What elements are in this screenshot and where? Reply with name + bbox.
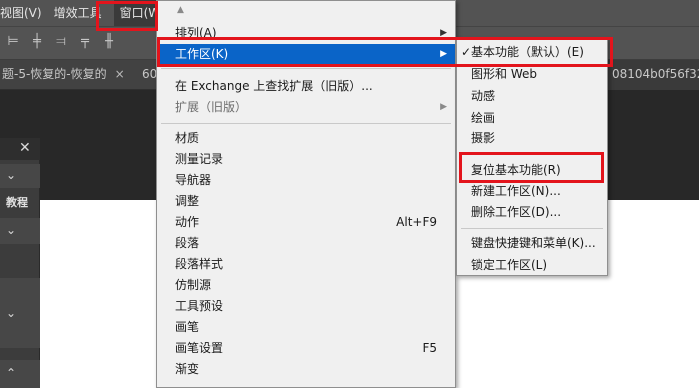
menu-item-motion[interactable]: 动感 — [457, 86, 607, 107]
menu-item-label: 摄影 — [471, 131, 496, 145]
menu-item-adjustments[interactable]: 调整 — [157, 191, 455, 212]
menu-item-measurement-log[interactable]: 测量记录 — [157, 149, 455, 170]
tab-label: 08104b0f56f329 — [612, 67, 699, 81]
menu-item-label: 材质 — [175, 131, 200, 145]
menu-item-clone-source[interactable]: 仿制源 — [157, 275, 455, 296]
menu-item-materials[interactable]: 材质 — [157, 128, 455, 149]
menu-item-label: 测量记录 — [175, 152, 224, 166]
panel-row[interactable]: ⌄ — [0, 278, 40, 348]
menu-view[interactable]: 视图(V) — [0, 0, 48, 26]
menu-item-navigator[interactable]: 导航器 — [157, 170, 455, 191]
menu-item-label: 画笔 — [175, 320, 200, 334]
menu-item-label: 画笔设置 — [175, 341, 224, 355]
scroll-up-icon[interactable]: ▲ — [177, 5, 184, 15]
checkmark-icon: ✓ — [461, 45, 472, 59]
menu-item-label: 删除工作区(D)... — [471, 205, 562, 219]
menu-item-photography[interactable]: 摄影 — [457, 128, 607, 149]
divider — [161, 123, 451, 124]
workspace-submenu: ✓ 基本功能（默认）(E) 图形和 Web 动感 绘画 摄影 复位基本功能(R)… — [456, 38, 608, 276]
menu-item-label: 仿制源 — [175, 278, 212, 292]
menu-item-arrange[interactable]: 排列(A) ▶ — [157, 23, 455, 44]
submenu-arrow-icon: ▶ — [440, 102, 447, 112]
menu-item-label: 渐变 — [175, 362, 200, 376]
divider — [161, 68, 451, 69]
menu-item-brush-settings[interactable]: 画笔设置 F5 — [157, 338, 455, 359]
shortcut-label: F5 — [422, 341, 437, 355]
menu-item-label: 图形和 Web — [471, 67, 537, 81]
menu-item-label: 在 Exchange 上查找扩展（旧版）... — [175, 79, 373, 93]
menu-item-new-workspace[interactable]: 新建工作区(N)... — [457, 181, 607, 202]
menu-item-label: 段落样式 — [175, 257, 224, 271]
align-middle-icon[interactable]: ╫ — [102, 35, 116, 49]
align-top-icon[interactable]: ╤ — [78, 35, 92, 49]
close-icon[interactable]: ✕ — [19, 140, 31, 156]
menu-item-label: 排列(A) — [175, 26, 217, 40]
menu-item-label: 基本功能（默认）(E) — [471, 45, 584, 59]
menu-item-actions[interactable]: 动作 Alt+F9 — [157, 212, 455, 233]
menu-item-label: 工具预设 — [175, 299, 224, 313]
menu-item-label: 复位基本功能(R) — [471, 163, 561, 177]
menu-item-label: 调整 — [175, 194, 200, 208]
panel-row[interactable]: ⌃ — [0, 360, 40, 388]
menu-item-label: 工作区(K) — [175, 47, 229, 61]
panel-label: 教程 — [6, 196, 28, 209]
menu-item-lock-workspace[interactable]: 锁定工作区(L) — [457, 255, 607, 276]
window-menu: ▲ 排列(A) ▶ 工作区(K) ▶ 在 Exchange 上查找扩展（旧版）.… — [156, 0, 456, 388]
panel-row[interactable]: ⌄ — [0, 164, 40, 188]
menu-item-tool-presets[interactable]: 工具预设 — [157, 296, 455, 317]
panel-row[interactable]: ⌄ — [0, 218, 40, 244]
tab-document-3[interactable]: 08104b0f56f329 — [606, 60, 699, 90]
menu-item-paragraph[interactable]: 段落 — [157, 233, 455, 254]
divider — [461, 228, 603, 229]
align-center-icon[interactable]: ╪ — [30, 35, 44, 49]
tab-label: 60 — [142, 67, 158, 81]
chevron-down-icon[interactable]: ⌄ — [6, 168, 16, 182]
submenu-arrow-icon: ▶ — [440, 28, 447, 38]
menu-item-gradients[interactable]: 渐变 — [157, 359, 455, 380]
menu-item-workspace[interactable]: 工作区(K) ▶ — [157, 44, 455, 65]
tab-label: 题-5-恢复的-恢复的 — [2, 67, 107, 81]
menu-item-label: 绘画 — [471, 111, 496, 125]
menu-item-essentials-default[interactable]: ✓ 基本功能（默认）(E) — [457, 42, 607, 63]
tab-document-1[interactable]: 题-5-恢复的-恢复的 × — [0, 60, 156, 90]
menu-item-extensions: 扩展（旧版） ▶ — [157, 97, 455, 118]
chevron-up-icon[interactable]: ⌃ — [6, 366, 16, 380]
learn-panel: ✕ ⌄ 教程 ⌄ ⌄ ⌃ — [0, 138, 40, 388]
menu-item-label: 锁定工作区(L) — [471, 258, 548, 272]
menu-item-label: 新建工作区(N)... — [471, 184, 561, 198]
menu-item-keyboard-shortcuts[interactable]: 键盘快捷键和菜单(K)... — [457, 233, 607, 254]
menu-item-label: 段落 — [175, 236, 200, 250]
menu-item-brushes[interactable]: 画笔 — [157, 317, 455, 338]
menu-item-label: 扩展（旧版） — [175, 100, 248, 114]
chevron-down-icon[interactable]: ⌄ — [6, 306, 16, 320]
menu-item-delete-workspace[interactable]: 删除工作区(D)... — [457, 202, 607, 223]
shortcut-label: Alt+F9 — [396, 215, 437, 229]
menu-item-label: 动作 — [175, 215, 200, 229]
menu-item-paragraph-styles[interactable]: 段落样式 — [157, 254, 455, 275]
panel-header: ✕ — [0, 138, 40, 160]
menu-item-reset-essentials[interactable]: 复位基本功能(R) — [457, 160, 607, 181]
align-left-icon[interactable]: ⊨ — [6, 35, 20, 49]
divider — [461, 154, 603, 155]
menu-item-label: 导航器 — [175, 173, 212, 187]
chevron-down-icon[interactable]: ⌄ — [6, 223, 16, 237]
menu-item-label: 动感 — [471, 89, 496, 103]
close-icon[interactable]: × — [115, 67, 125, 81]
align-right-icon[interactable]: ⫤ — [54, 35, 68, 49]
menu-item-find-extensions[interactable]: 在 Exchange 上查找扩展（旧版）... — [157, 76, 455, 97]
menu-item-graphic-and-web[interactable]: 图形和 Web — [457, 64, 607, 85]
menu-item-label: 键盘快捷键和菜单(K)... — [471, 236, 596, 250]
menu-plugins[interactable]: 增效工具 — [48, 0, 108, 26]
submenu-arrow-icon: ▶ — [440, 49, 447, 59]
menu-item-painting[interactable]: 绘画 — [457, 108, 607, 129]
